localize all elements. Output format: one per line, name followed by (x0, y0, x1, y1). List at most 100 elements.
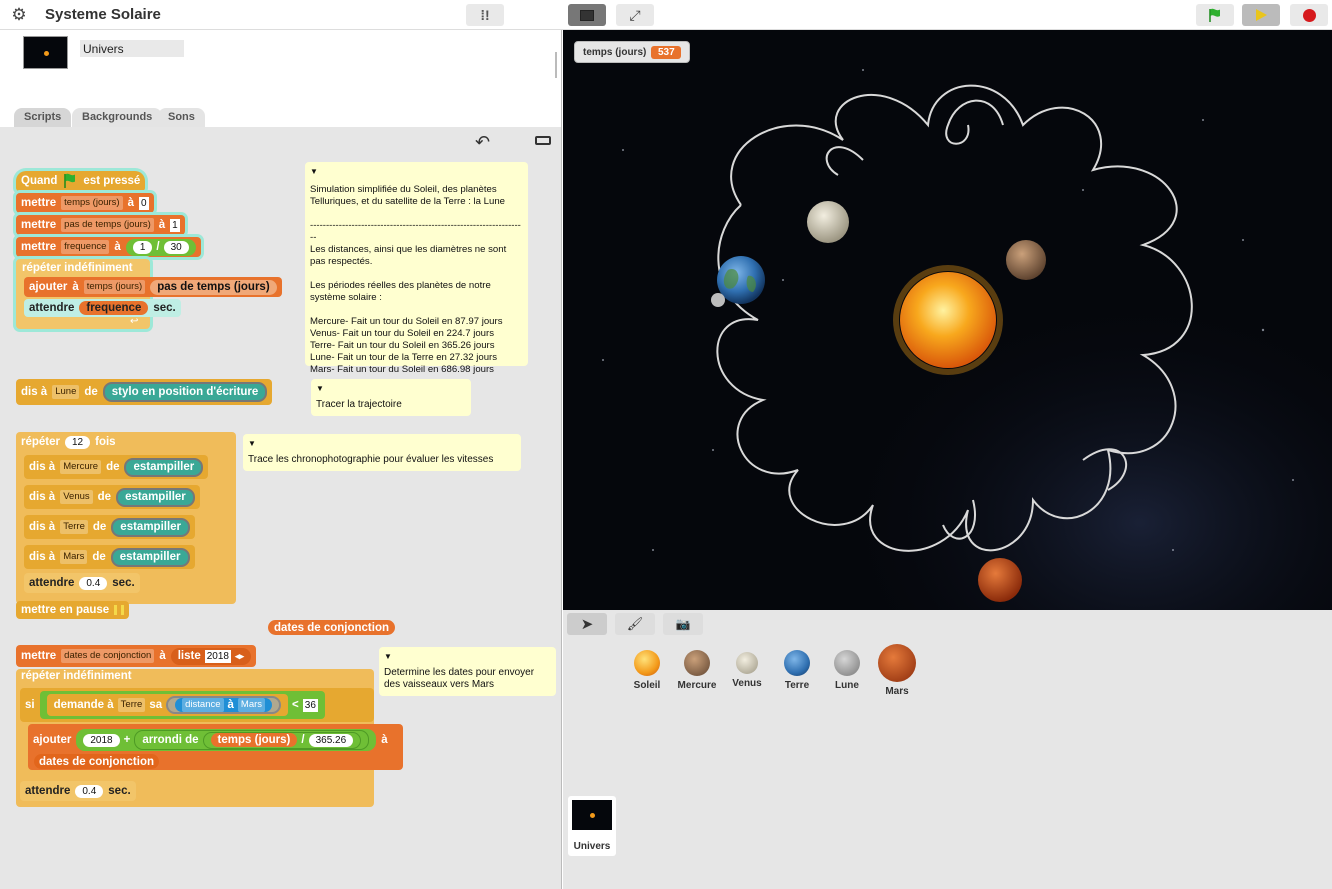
frequence-reporter[interactable]: frequence (79, 301, 149, 315)
set-temps-block[interactable]: mettre temps (jours) à 0 (16, 193, 154, 213)
sprite-mercure[interactable]: Mercure (673, 650, 721, 691)
pas-reporter[interactable]: pas de temps (jours) (150, 279, 277, 295)
variable-dropdown[interactable]: dates de conjonction (61, 649, 155, 663)
pause-all-block[interactable]: mettre en pause (16, 601, 130, 619)
venus-sprite[interactable] (807, 201, 849, 243)
comment-trajectoire[interactable]: ▼ Tracer la trajectoire (311, 379, 471, 416)
wait-input[interactable]: 0.4 (75, 784, 104, 798)
camera-sprite-button[interactable]: 📷 (663, 613, 703, 635)
stamp-ring[interactable]: estampiller (110, 547, 190, 567)
collapse-triangle-icon[interactable]: ▼ (316, 383, 466, 395)
divide-operator[interactable]: 1 / 30 (125, 238, 196, 256)
comment-vaisseaux[interactable]: ▼ Determine les dates pour envoyer des v… (379, 647, 556, 696)
undo-icon[interactable]: ↶ (475, 132, 490, 153)
round-reporter[interactable]: arrondi de temps (jours) / 365.26 (134, 730, 370, 750)
sprite-terre[interactable]: Terre (773, 650, 821, 691)
stage[interactable]: temps (jours) 537 (563, 30, 1332, 610)
variable-dropdown[interactable]: frequence (61, 240, 110, 254)
comment-simulation[interactable]: ▼ Simulation simplifiée du Soleil, des p… (305, 162, 528, 375)
temps-reporter[interactable]: temps (jours) (210, 733, 298, 747)
denominator-input[interactable]: 30 (163, 240, 189, 254)
compare-input[interactable]: 36 (302, 698, 318, 712)
sprite-venus[interactable]: Venus (723, 650, 771, 689)
set-dates-block[interactable]: mettre dates de conjonction à liste 2018… (16, 645, 257, 667)
year-input[interactable]: 2018 (83, 733, 120, 747)
lune-sprite[interactable] (711, 293, 725, 307)
ask-reporter[interactable]: demande à Terre sa distance à Mars (46, 694, 289, 716)
tell-terre-block[interactable]: dis à Terre de estampiller (24, 515, 196, 539)
value-input[interactable]: 1 (170, 218, 180, 232)
tell-lune-pen-block[interactable]: dis à Lune de stylo en position d'écritu… (16, 379, 273, 405)
distance-ring[interactable]: distance à Mars (166, 696, 282, 714)
list-arrows-icon[interactable]: ◂▸ (235, 651, 244, 662)
variable-dropdown[interactable]: temps (jours) (83, 280, 146, 294)
pane-divider[interactable] (561, 30, 562, 889)
wait-block[interactable]: attendre 0.4 sec. (24, 573, 140, 593)
set-frequence-block[interactable]: mettre frequence à 1 / 30 (16, 237, 201, 257)
variable-dropdown[interactable]: pas de temps (jours) (61, 218, 154, 232)
comment-chronophotographie[interactable]: ▼ Trace les chronophotographie pour éval… (243, 434, 521, 471)
sun-sprite[interactable] (900, 272, 996, 368)
stamp-ring[interactable]: estampiller (116, 487, 195, 507)
script-area[interactable]: ↶ Quand est pressé mettre temps (jours) … (0, 127, 561, 889)
sprite-lune[interactable]: Lune (823, 650, 871, 691)
variable-dropdown[interactable]: temps (jours) (61, 196, 123, 210)
header-scrollbar[interactable] (555, 52, 557, 78)
repeat-count-input[interactable]: 12 (65, 435, 91, 449)
wait-block[interactable]: attendre 0.4 sec. (20, 781, 136, 801)
stage-mode-button[interactable]: ⁞! (466, 4, 504, 26)
plus-operator[interactable]: 2018 + arrondi de temps (jours) / 365.26 (76, 729, 377, 751)
list-item-input[interactable]: 2018 (204, 649, 231, 663)
tab-scripts[interactable]: Scripts (14, 108, 72, 128)
divide-operator[interactable]: temps (jours) / 365.26 (202, 731, 362, 749)
tab-backgrounds[interactable]: Backgrounds (72, 108, 163, 128)
list-reporter[interactable]: liste 2018 ◂▸ (170, 647, 252, 665)
pen-down-ring[interactable]: stylo en position d'écriture (102, 382, 268, 402)
sprite-soleil[interactable]: Soleil (623, 650, 671, 691)
if-block[interactable]: si demande à Terre sa distance à Mars < … (20, 688, 374, 722)
mars-sprite[interactable] (978, 558, 1022, 602)
mercure-sprite[interactable] (1006, 240, 1046, 280)
less-than-operator[interactable]: demande à Terre sa distance à Mars < 36 (39, 691, 325, 719)
tell-mars-block[interactable]: dis à Mars de estampiller (24, 545, 195, 569)
sprite-mars[interactable]: Mars (873, 644, 921, 697)
numerator-input[interactable]: 1 (132, 240, 153, 254)
temps-watcher[interactable]: temps (jours) 537 (574, 41, 691, 63)
comment-text[interactable]: Trace les chronophotographie pour évalue… (248, 454, 516, 466)
normal-stage-button[interactable] (568, 4, 606, 26)
target-dropdown[interactable]: Mars (60, 550, 88, 564)
target-dropdown[interactable]: Mercure (60, 460, 102, 474)
stage-icon[interactable]: Univers (568, 796, 616, 856)
dates-list-reporter[interactable]: dates de conjonction (34, 754, 160, 769)
wait-input[interactable]: 0.4 (79, 576, 108, 590)
target-dropdown[interactable]: Venus (60, 490, 93, 504)
set-pas-block[interactable]: mettre pas de temps (jours) à 1 (16, 215, 185, 235)
when-flag-clicked-block[interactable]: Quand est pressé (16, 171, 146, 191)
wait-block[interactable]: attendre frequence sec. (24, 299, 181, 317)
target-dropdown[interactable]: Lune (52, 385, 80, 399)
settings-gear-icon[interactable]: ⚙ (10, 5, 28, 24)
new-turtle-button[interactable]: ➤ (567, 613, 607, 635)
divisor-input[interactable]: 365.26 (308, 733, 354, 747)
stamp-ring[interactable]: estampiller (111, 517, 191, 537)
comment-text[interactable]: Simulation simplifiée du Soleil, des pla… (310, 184, 523, 376)
attribute-dropdown[interactable]: distance (182, 698, 224, 712)
target-dropdown[interactable]: Terre (60, 520, 88, 534)
tab-sons[interactable]: Sons (158, 108, 205, 128)
presentation-mode-button[interactable]: ⤢ (616, 4, 654, 26)
change-temps-block[interactable]: ajouter à temps (jours) pas de temps (jo… (24, 277, 282, 297)
collapse-triangle-icon[interactable]: ▼ (248, 438, 516, 450)
comment-text[interactable]: Determine les dates pour envoyer des vai… (384, 667, 551, 691)
stamp-ring[interactable]: estampiller (124, 457, 204, 477)
collapse-triangle-icon[interactable]: ▼ (384, 651, 551, 663)
dates-conjonction-variable[interactable]: dates de conjonction (268, 620, 396, 635)
tell-mercure-block[interactable]: dis à Mercure de estampiller (24, 455, 209, 479)
value-input[interactable]: 0 (139, 196, 149, 210)
comment-text[interactable]: Tracer la trajectoire (316, 399, 466, 411)
target-dropdown[interactable]: Terre (117, 698, 146, 712)
distance-reporter[interactable]: distance à Mars (175, 698, 273, 712)
stop-button[interactable] (1290, 4, 1328, 26)
sprite-name-field[interactable]: Univers (80, 40, 184, 57)
green-flag-button[interactable] (1196, 4, 1234, 26)
collapse-triangle-icon[interactable]: ▼ (310, 166, 523, 178)
